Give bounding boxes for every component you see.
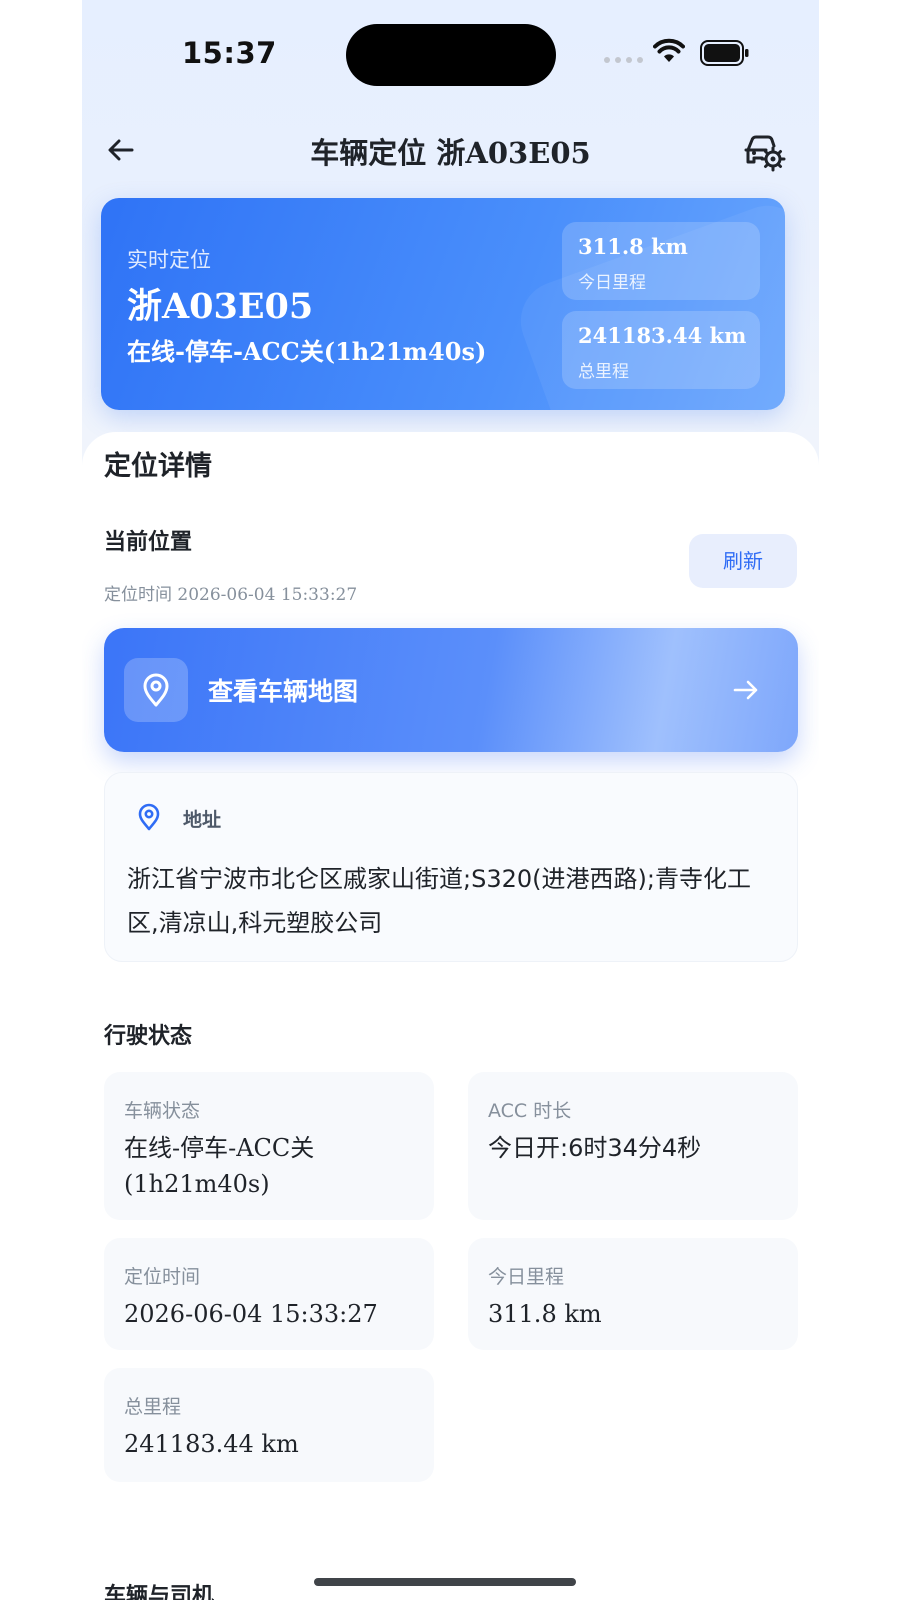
location-pin-icon [143, 673, 169, 707]
location-time-card: 定位时间 2026-06-04 15:33:27 [104, 1238, 434, 1350]
total-mileage-card-label: 总里程 [124, 1396, 182, 1418]
dynamic-island [346, 24, 556, 86]
today-mileage-value: 311.8 km [578, 234, 688, 259]
details-sheet: 定位详情 当前位置 定位时间 2026-06-04 15:33:27 刷新 查看… [82, 432, 819, 1600]
nav-bar: 车辆定位 浙A03E05 [82, 118, 819, 178]
location-pin-icon [138, 803, 160, 831]
today-mileage-stat: 311.8 km 今日里程 [562, 222, 760, 300]
vehicle-status: 在线-停车-ACC关(1h21m40s) [127, 337, 487, 366]
refresh-button[interactable]: 刷新 [689, 534, 797, 588]
acc-duration-label: ACC 时长 [488, 1100, 572, 1122]
view-vehicle-map-button[interactable]: 查看车辆地图 [104, 628, 798, 752]
plate-number: 浙A03E05 [127, 286, 314, 327]
location-time-value: 2026-06-04 15:33:27 [124, 1300, 378, 1328]
vehicle-status-value: 在线-停车-ACC关(1h21m40s) [124, 1134, 315, 1198]
total-mileage-label: 总里程 [578, 362, 629, 382]
total-mileage-card: 总里程 241183.44 km [104, 1368, 434, 1482]
vehicle-status-card: 车辆状态 在线-停车-ACC关(1h21m40s) [104, 1072, 434, 1220]
acc-duration-card: ACC 时长 今日开:6时34分4秒 [468, 1072, 798, 1220]
total-mileage-card-value: 241183.44 km [124, 1430, 299, 1458]
phone-screen: 15:37 车辆定位 浙A03E05 实时定位 浙A03E05 在线-停车-AC… [82, 0, 819, 1600]
total-mileage-value: 241183.44 km [578, 323, 747, 348]
current-position-label: 当前位置 [104, 530, 193, 555]
arrow-right-icon [733, 680, 758, 700]
view-vehicle-map-label: 查看车辆地图 [208, 677, 359, 706]
today-mileage-card-label: 今日里程 [488, 1266, 565, 1288]
address-card: 地址 浙江省宁波市北仑区戚家山街道;S320(进港西路);青寺化工区,清凉山,科… [104, 772, 798, 962]
wifi-icon [653, 38, 685, 62]
home-indicator[interactable] [314, 1578, 576, 1586]
address-text: 浙江省宁波市北仑区戚家山街道;S320(进港西路);青寺化工区,清凉山,科元塑胶… [127, 865, 751, 937]
vehicle-settings-icon[interactable] [738, 126, 786, 174]
today-mileage-card-value: 311.8 km [488, 1300, 602, 1328]
vehicle-status-label: 车辆状态 [124, 1100, 201, 1122]
page-title: 车辆定位 浙A03E05 [310, 136, 591, 170]
location-time-label: 定位时间 [124, 1266, 201, 1288]
location-time: 定位时间 2026-06-04 15:33:27 [104, 585, 358, 605]
vehicle-driver-title: 车辆与司机 [104, 1584, 215, 1600]
realtime-location-card: 实时定位 浙A03E05 在线-停车-ACC关(1h21m40s) 311.8 … [101, 198, 785, 410]
total-mileage-stat: 241183.44 km 总里程 [562, 311, 760, 389]
cellular-signal-icon [604, 57, 643, 63]
today-mileage-card: 今日里程 311.8 km [468, 1238, 798, 1350]
location-details-title: 定位详情 [104, 451, 212, 482]
status-bar: 15:37 [82, 0, 819, 100]
today-mileage-label: 今日里程 [578, 273, 646, 293]
status-time: 15:37 [182, 36, 277, 70]
acc-duration-value: 今日开:6时34分4秒 [488, 1134, 702, 1162]
battery-icon [700, 40, 749, 66]
driving-status-title: 行驶状态 [104, 1024, 193, 1049]
map-icon-container [124, 658, 188, 722]
realtime-label: 实时定位 [127, 248, 211, 272]
address-label: 地址 [183, 809, 222, 831]
